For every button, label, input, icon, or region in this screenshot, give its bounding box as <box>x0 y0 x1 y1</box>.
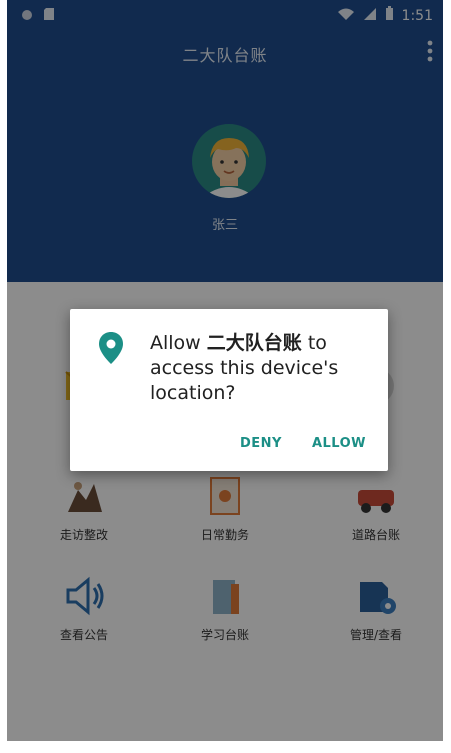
dialog-app-name: 二大队台账 <box>206 332 302 354</box>
app-screen: 1:51 二大队台账 张三 邮件 <box>7 0 443 741</box>
dialog-message-pre: Allow <box>150 332 207 354</box>
deny-button[interactable]: DENY <box>240 436 282 451</box>
location-pin-icon <box>98 331 124 365</box>
dialog-actions: DENY ALLOW <box>240 436 366 451</box>
dialog-message: Allow 二大队台账 to access this device's loca… <box>150 331 370 406</box>
location-permission-dialog: Allow 二大队台账 to access this device's loca… <box>70 309 388 471</box>
allow-button[interactable]: ALLOW <box>312 436 366 451</box>
